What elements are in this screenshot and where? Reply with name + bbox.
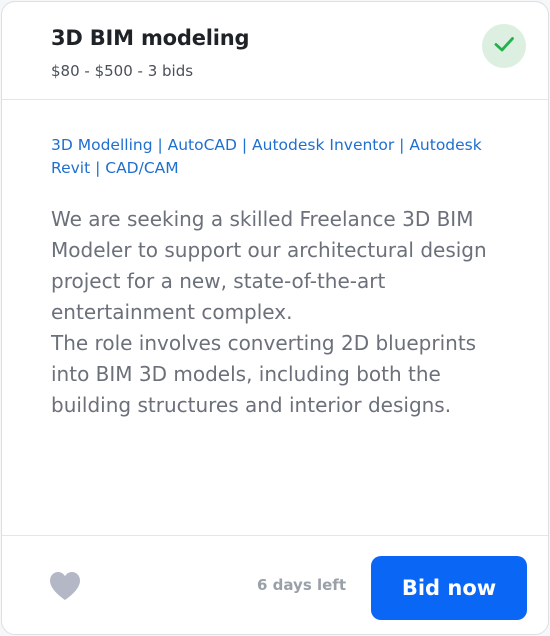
- verified-badge: [482, 24, 526, 68]
- job-description: We are seeking a skilled Freelance 3D BI…: [51, 207, 487, 417]
- days-left-label: 6 days left: [257, 576, 346, 594]
- card-header: 3D BIM modeling $80 - $500 - 3 bids: [2, 2, 548, 100]
- card-footer: 6 days left Bid now: [2, 536, 548, 634]
- job-title: 3D BIM modeling: [51, 26, 250, 50]
- bid-now-button[interactable]: Bid now: [371, 556, 527, 620]
- check-icon: [493, 33, 515, 59]
- budget-and-bids: $80 - $500 - 3 bids: [51, 62, 194, 80]
- skill-tags[interactable]: 3D Modelling | AutoCAD | Autodesk Invent…: [51, 134, 491, 180]
- heart-icon[interactable]: [48, 570, 82, 602]
- job-card: 3D BIM modeling $80 - $500 - 3 bids 3D M…: [1, 1, 549, 635]
- card-body: 3D Modelling | AutoCAD | Autodesk Invent…: [2, 100, 548, 536]
